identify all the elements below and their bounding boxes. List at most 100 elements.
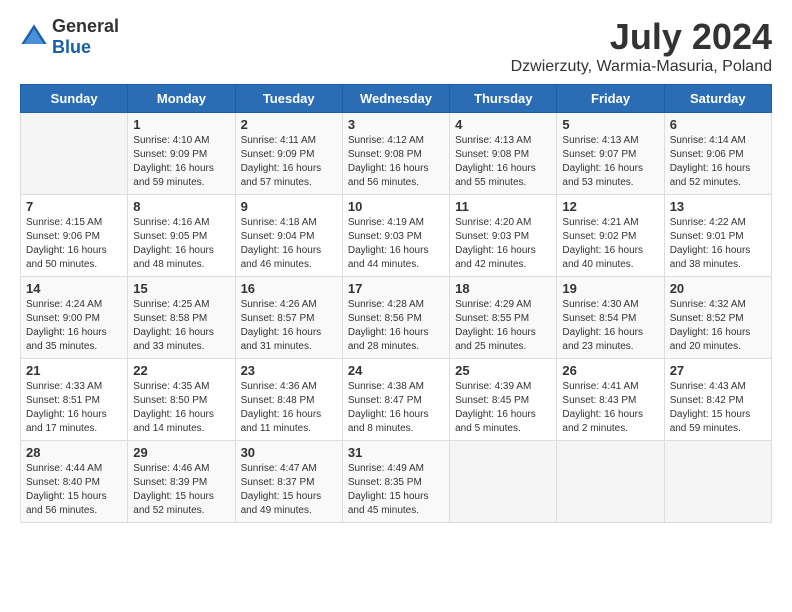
calendar-week-row: 28 Sunrise: 4:44 AMSunset: 8:40 PMDayligh… — [21, 441, 772, 523]
day-number: 27 — [670, 363, 766, 378]
day-number: 15 — [133, 281, 229, 296]
day-info: Sunrise: 4:13 AMSunset: 9:08 PMDaylight:… — [455, 134, 551, 190]
day-info: Sunrise: 4:39 AMSunset: 8:45 PMDaylight:… — [455, 380, 551, 436]
calendar-cell: 10Sunrise: 4:19 AMSunset: 9:03 PMDayligh… — [342, 195, 449, 277]
day-number: 16 — [241, 281, 337, 296]
day-number: 5 — [562, 117, 658, 132]
day-info: Sunrise: 4:15 AMSunset: 9:06 PMDaylight:… — [26, 216, 122, 272]
weekday-header-cell: Friday — [557, 85, 664, 113]
day-info: Sunrise: 4:10 AMSunset: 9:09 PMDaylight:… — [133, 134, 229, 190]
day-info: Sunrise: 4:25 AMSunset: 8:58 PMDaylight:… — [133, 298, 229, 354]
calendar-cell: 31 Sunrise: 4:49 AMSunset: 8:35 PMDayligh… — [342, 441, 449, 523]
day-info: Sunrise: 4:36 AMSunset: 8:48 PMDaylight:… — [241, 380, 337, 436]
logo-icon — [20, 23, 48, 51]
day-info: Sunrise: 4:47 AMSunset: 8:37 PMDaylight:… — [241, 462, 337, 518]
calendar-cell: 2 Sunrise: 4:11 AMSunset: 9:09 PMDaylight… — [235, 113, 342, 195]
day-number: 18 — [455, 281, 551, 296]
day-number: 7 — [26, 199, 122, 214]
calendar-cell: 23 Sunrise: 4:36 AMSunset: 8:48 PMDayligh… — [235, 359, 342, 441]
day-number: 6 — [670, 117, 766, 132]
main-title: July 2024 — [511, 16, 772, 58]
calendar-cell: 3 Sunrise: 4:12 AMSunset: 9:08 PMDaylight… — [342, 113, 449, 195]
weekday-header-cell: Sunday — [21, 85, 128, 113]
calendar-cell — [21, 113, 128, 195]
calendar-cell: 21 Sunrise: 4:33 AMSunset: 8:51 PMDayligh… — [21, 359, 128, 441]
calendar-cell: 18Sunrise: 4:29 AMSunset: 8:55 PMDayligh… — [450, 277, 557, 359]
calendar: SundayMondayTuesdayWednesdayThursdayFrid… — [20, 84, 772, 523]
day-info: Sunrise: 4:49 AMSunset: 8:35 PMDaylight:… — [348, 462, 444, 518]
day-number: 28 — [26, 445, 122, 460]
weekday-header-cell: Thursday — [450, 85, 557, 113]
calendar-cell: 29 Sunrise: 4:46 AMSunset: 8:39 PMDayligh… — [128, 441, 235, 523]
day-info: Sunrise: 4:41 AMSunset: 8:43 PMDaylight:… — [562, 380, 658, 436]
day-number: 19 — [562, 281, 658, 296]
day-number: 12 — [562, 199, 658, 214]
subtitle: Dzwierzuty, Warmia-Masuria, Poland — [511, 58, 772, 76]
day-info: Sunrise: 4:30 AMSunset: 8:54 PMDaylight:… — [562, 298, 658, 354]
day-info: Sunrise: 4:38 AMSunset: 8:47 PMDaylight:… — [348, 380, 444, 436]
calendar-cell: 16Sunrise: 4:26 AMSunset: 8:57 PMDayligh… — [235, 277, 342, 359]
logo-text-general: General — [52, 16, 119, 36]
calendar-cell: 7 Sunrise: 4:15 AMSunset: 9:06 PMDaylight… — [21, 195, 128, 277]
day-info: Sunrise: 4:12 AMSunset: 9:08 PMDaylight:… — [348, 134, 444, 190]
day-number: 20 — [670, 281, 766, 296]
calendar-cell: 25 Sunrise: 4:39 AMSunset: 8:45 PMDayligh… — [450, 359, 557, 441]
logo-text-blue: Blue — [52, 37, 91, 57]
calendar-cell: 30 Sunrise: 4:47 AMSunset: 8:37 PMDayligh… — [235, 441, 342, 523]
day-info: Sunrise: 4:35 AMSunset: 8:50 PMDaylight:… — [133, 380, 229, 436]
day-number: 4 — [455, 117, 551, 132]
day-info: Sunrise: 4:46 AMSunset: 8:39 PMDaylight:… — [133, 462, 229, 518]
day-number: 31 — [348, 445, 444, 460]
day-info: Sunrise: 4:28 AMSunset: 8:56 PMDaylight:… — [348, 298, 444, 354]
day-info: Sunrise: 4:43 AMSunset: 8:42 PMDaylight:… — [670, 380, 766, 436]
day-info: Sunrise: 4:22 AMSunset: 9:01 PMDaylight:… — [670, 216, 766, 272]
day-info: Sunrise: 4:44 AMSunset: 8:40 PMDaylight:… — [26, 462, 122, 518]
day-info: Sunrise: 4:16 AMSunset: 9:05 PMDaylight:… — [133, 216, 229, 272]
calendar-week-row: 21 Sunrise: 4:33 AMSunset: 8:51 PMDayligh… — [21, 359, 772, 441]
weekday-header: SundayMondayTuesdayWednesdayThursdayFrid… — [21, 85, 772, 113]
day-number: 26 — [562, 363, 658, 378]
logo: General Blue — [20, 16, 119, 58]
weekday-header-cell: Wednesday — [342, 85, 449, 113]
day-number: 25 — [455, 363, 551, 378]
calendar-cell: 26 Sunrise: 4:41 AMSunset: 8:43 PMDayligh… — [557, 359, 664, 441]
calendar-cell: 15 Sunrise: 4:25 AMSunset: 8:58 PMDayligh… — [128, 277, 235, 359]
day-number: 3 — [348, 117, 444, 132]
calendar-cell: 28 Sunrise: 4:44 AMSunset: 8:40 PMDayligh… — [21, 441, 128, 523]
calendar-cell — [450, 441, 557, 523]
calendar-cell — [664, 441, 771, 523]
calendar-cell: 4 Sunrise: 4:13 AMSunset: 9:08 PMDaylight… — [450, 113, 557, 195]
day-number: 30 — [241, 445, 337, 460]
calendar-week-row: 7 Sunrise: 4:15 AMSunset: 9:06 PMDaylight… — [21, 195, 772, 277]
weekday-header-cell: Saturday — [664, 85, 771, 113]
title-area: July 2024 Dzwierzuty, Warmia-Masuria, Po… — [511, 16, 772, 76]
day-info: Sunrise: 4:11 AMSunset: 9:09 PMDaylight:… — [241, 134, 337, 190]
day-number: 24 — [348, 363, 444, 378]
day-number: 8 — [133, 199, 229, 214]
calendar-cell: 8 Sunrise: 4:16 AMSunset: 9:05 PMDaylight… — [128, 195, 235, 277]
calendar-cell: 1Sunrise: 4:10 AMSunset: 9:09 PMDaylight… — [128, 113, 235, 195]
calendar-cell: 20 Sunrise: 4:32 AMSunset: 8:52 PMDayligh… — [664, 277, 771, 359]
calendar-body: 1Sunrise: 4:10 AMSunset: 9:09 PMDaylight… — [21, 113, 772, 523]
day-info: Sunrise: 4:32 AMSunset: 8:52 PMDaylight:… — [670, 298, 766, 354]
day-number: 13 — [670, 199, 766, 214]
calendar-cell: 12Sunrise: 4:21 AMSunset: 9:02 PMDayligh… — [557, 195, 664, 277]
day-info: Sunrise: 4:13 AMSunset: 9:07 PMDaylight:… — [562, 134, 658, 190]
day-info: Sunrise: 4:19 AMSunset: 9:03 PMDaylight:… — [348, 216, 444, 272]
day-number: 17 — [348, 281, 444, 296]
day-info: Sunrise: 4:14 AMSunset: 9:06 PMDaylight:… — [670, 134, 766, 190]
calendar-cell: 11Sunrise: 4:20 AMSunset: 9:03 PMDayligh… — [450, 195, 557, 277]
calendar-cell: 6 Sunrise: 4:14 AMSunset: 9:06 PMDaylight… — [664, 113, 771, 195]
day-number: 21 — [26, 363, 122, 378]
calendar-cell: 22Sunrise: 4:35 AMSunset: 8:50 PMDayligh… — [128, 359, 235, 441]
calendar-cell: 9Sunrise: 4:18 AMSunset: 9:04 PMDaylight… — [235, 195, 342, 277]
calendar-cell: 24 Sunrise: 4:38 AMSunset: 8:47 PMDayligh… — [342, 359, 449, 441]
day-number: 29 — [133, 445, 229, 460]
day-number: 14 — [26, 281, 122, 296]
day-number: 23 — [241, 363, 337, 378]
day-number: 2 — [241, 117, 337, 132]
calendar-cell: 17 Sunrise: 4:28 AMSunset: 8:56 PMDayligh… — [342, 277, 449, 359]
calendar-cell: 19 Sunrise: 4:30 AMSunset: 8:54 PMDayligh… — [557, 277, 664, 359]
day-info: Sunrise: 4:33 AMSunset: 8:51 PMDaylight:… — [26, 380, 122, 436]
calendar-cell: 13 Sunrise: 4:22 AMSunset: 9:01 PMDayligh… — [664, 195, 771, 277]
